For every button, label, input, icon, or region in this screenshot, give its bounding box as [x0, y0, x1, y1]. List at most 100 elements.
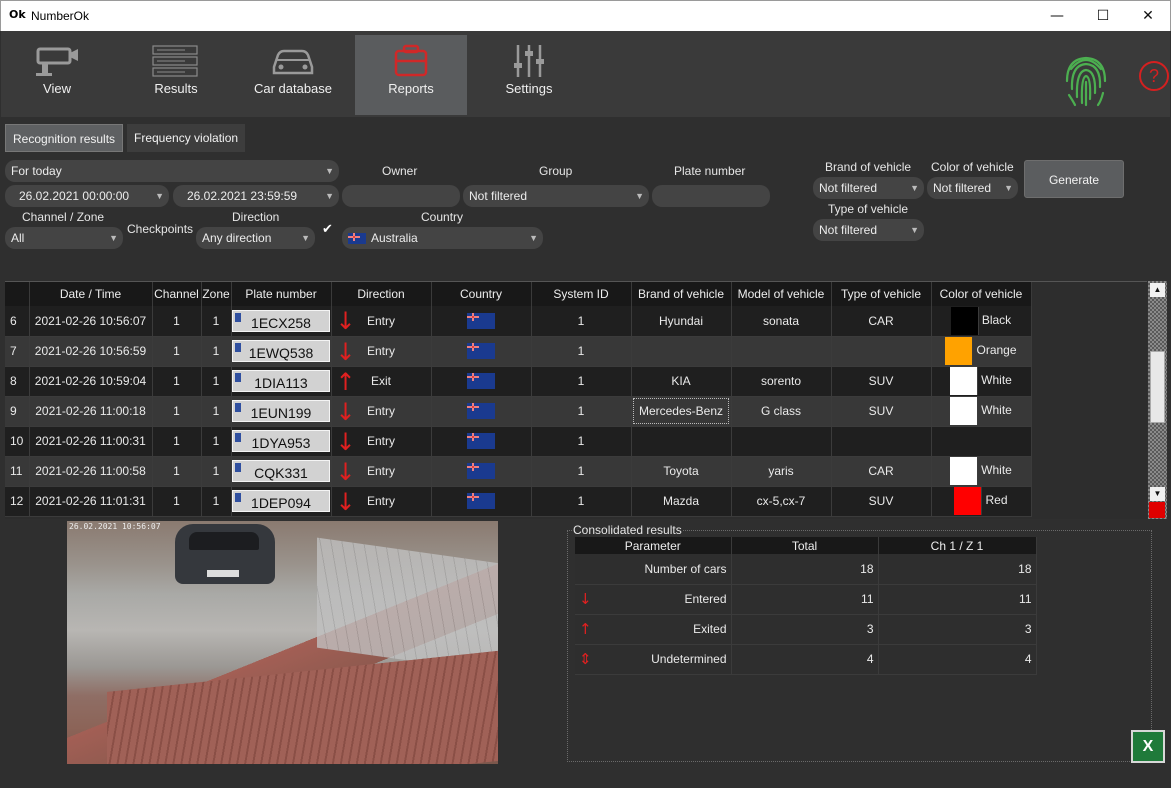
row-type: SUV	[831, 486, 932, 517]
group-select[interactable]: Not filtered ▼	[463, 185, 649, 207]
channel-zone-select[interactable]: All ▼	[5, 227, 123, 249]
arrow-up-icon: ↑	[579, 619, 592, 638]
period-select[interactable]: For today ▼	[5, 160, 339, 182]
row-model: cx-5,cx-7	[731, 486, 832, 517]
col-header-index[interactable]	[5, 282, 30, 306]
row-system-id: 1	[531, 456, 632, 487]
plate-image[interactable]: 1EWQ538	[232, 340, 330, 362]
table-header: Date / Time Channel Zone Plate number Di…	[5, 282, 1032, 306]
owner-input[interactable]	[342, 185, 460, 207]
maximize-button[interactable]: ☐	[1080, 1, 1126, 31]
row-index: 10	[5, 426, 30, 457]
color-swatch	[950, 457, 979, 485]
col-header-country[interactable]: Country	[431, 282, 532, 306]
row-channel: 1	[152, 336, 202, 367]
summary-col-parameter: Parameter	[575, 537, 732, 554]
direction-label: Entry	[366, 313, 395, 328]
color-select[interactable]: Not filtered ▼	[927, 177, 1018, 199]
row-model: G class	[731, 396, 832, 427]
generate-button[interactable]: Generate	[1024, 160, 1124, 198]
help-button[interactable]: ?	[1139, 61, 1169, 91]
row-type: CAR	[831, 456, 932, 487]
plate-image[interactable]: 1DIA113	[232, 370, 330, 392]
toolbar-view-button[interactable]: View	[1, 35, 113, 115]
color-swatch	[950, 397, 979, 425]
summary-parameter: ↓ Entered	[575, 584, 732, 615]
col-header-type[interactable]: Type of vehicle	[831, 282, 932, 306]
date-from-field[interactable]: 26.02.2021 00:00:00 ▼	[5, 185, 169, 207]
direction-select[interactable]: Any direction ▼	[196, 227, 315, 249]
tab-frequency-violation[interactable]: Frequency violation	[127, 124, 246, 152]
col-header-system-id[interactable]: System ID	[531, 282, 632, 306]
australia-flag-icon	[467, 463, 495, 479]
scroll-down-icon[interactable]: ▼	[1150, 487, 1165, 501]
plate-image[interactable]: 1DEP094	[232, 490, 330, 512]
table-row[interactable]: 7 2021-02-26 10:56:59 1 1 1EWQ538 ↓ Entry 1 Oran…	[5, 336, 1032, 367]
toolbar-car-database-button[interactable]: Car database	[237, 35, 349, 115]
recognition-results-table[interactable]: Date / Time Channel Zone Plate number Di…	[5, 281, 1147, 519]
table-row[interactable]: 10 2021-02-26 11:00:31 1 1 1DYA953 ↓ Entry 1	[5, 426, 1032, 457]
row-index: 8	[5, 366, 30, 397]
row-datetime: 2021-02-26 10:56:59	[29, 336, 153, 367]
close-button[interactable]: ✕	[1125, 1, 1171, 31]
col-header-color[interactable]: Color of vehicle	[931, 282, 1032, 306]
type-select[interactable]: Not filtered ▼	[813, 219, 924, 241]
toolbar-reports-button[interactable]: Reports	[355, 35, 467, 115]
col-header-direction[interactable]: Direction	[331, 282, 432, 306]
summary-row: ↓ Entered 11 11	[575, 584, 1037, 615]
direction-label: Exit	[370, 374, 391, 388]
scroll-up-icon[interactable]: ▲	[1150, 283, 1165, 297]
brand-select[interactable]: Not filtered ▼	[813, 177, 924, 199]
col-header-plate[interactable]: Plate number	[231, 282, 332, 306]
tab-recognition-results[interactable]: Recognition results	[5, 124, 124, 152]
chevron-down-icon: ▼	[109, 233, 118, 243]
plate-image[interactable]: 1EUN199	[232, 400, 330, 422]
row-datetime: 2021-02-26 11:01:31	[29, 486, 153, 517]
direction-label: Entry	[366, 404, 395, 418]
status-indicator	[1149, 502, 1165, 518]
row-zone: 1	[201, 426, 232, 457]
col-header-model[interactable]: Model of vehicle	[731, 282, 832, 306]
date-to-field[interactable]: 26.02.2021 23:59:59 ▼	[173, 185, 339, 207]
australia-flag-icon	[467, 403, 495, 419]
row-plate: 1EWQ538	[231, 336, 332, 367]
table-row[interactable]: 9 2021-02-26 11:00:18 1 1 1EUN199 ↓ Entry 1 Merc…	[5, 396, 1032, 427]
toolbar-settings-button[interactable]: Settings	[473, 35, 585, 115]
country-checkbox[interactable]: ✔	[322, 222, 336, 236]
direction-label: Entry	[366, 464, 395, 478]
australia-flag-icon	[467, 312, 495, 329]
plate-image[interactable]: 1ECX258	[232, 309, 330, 332]
row-zone: 1	[201, 456, 232, 487]
row-brand	[631, 336, 732, 367]
col-header-datetime[interactable]: Date / Time	[29, 282, 153, 306]
direction-label: Entry	[366, 434, 395, 448]
row-color: Black	[931, 306, 1032, 337]
type-value: Not filtered	[819, 223, 878, 237]
plate-image[interactable]: CQK331	[232, 460, 330, 482]
scroll-thumb[interactable]	[1150, 351, 1165, 423]
consolidated-results-panel: Consolidated results Parameter Total Ch …	[567, 523, 1152, 762]
chevron-down-icon: ▼	[1004, 183, 1013, 193]
col-header-zone[interactable]: Zone	[201, 282, 232, 306]
plate-number-input[interactable]	[652, 185, 770, 207]
table-row[interactable]: 8 2021-02-26 10:59:04 1 1 1DIA113 ↑ Exit 1 KIA so…	[5, 366, 1032, 397]
country-select[interactable]: Australia ▼	[342, 227, 543, 249]
minimize-button[interactable]: —	[1034, 1, 1080, 31]
summary-total: 18	[731, 554, 879, 585]
export-excel-button[interactable]: X	[1131, 730, 1165, 763]
arrow-down-icon: ↓	[335, 427, 356, 456]
toolbar-results-button[interactable]: Results	[120, 35, 232, 115]
row-direction: ↓ Entry	[331, 486, 432, 517]
table-scrollbar[interactable]: ▲ ▼	[1148, 281, 1167, 519]
row-index: 11	[5, 456, 30, 487]
plate-image[interactable]: 1DYA953	[232, 430, 330, 452]
table-row[interactable]: 12 2021-02-26 11:01:31 1 1 1DEP094 ↓ Entry 1 Maz…	[5, 486, 1032, 517]
col-header-brand[interactable]: Brand of vehicle	[631, 282, 732, 306]
fingerprint-icon[interactable]	[1061, 49, 1111, 109]
table-row[interactable]: 6 2021-02-26 10:56:07 1 1 1ECX258 ↓ Entry 1 Hyun…	[5, 306, 1032, 337]
col-header-channel[interactable]: Channel	[152, 282, 202, 306]
row-channel: 1	[152, 486, 202, 517]
table-row[interactable]: 11 2021-02-26 11:00:58 1 1 CQK331 ↓ Entry 1 Toyo…	[5, 456, 1032, 487]
row-brand: Mercedes-Benz	[631, 396, 732, 427]
summary-row: ⇕ Undetermined 4 4	[575, 644, 1037, 675]
